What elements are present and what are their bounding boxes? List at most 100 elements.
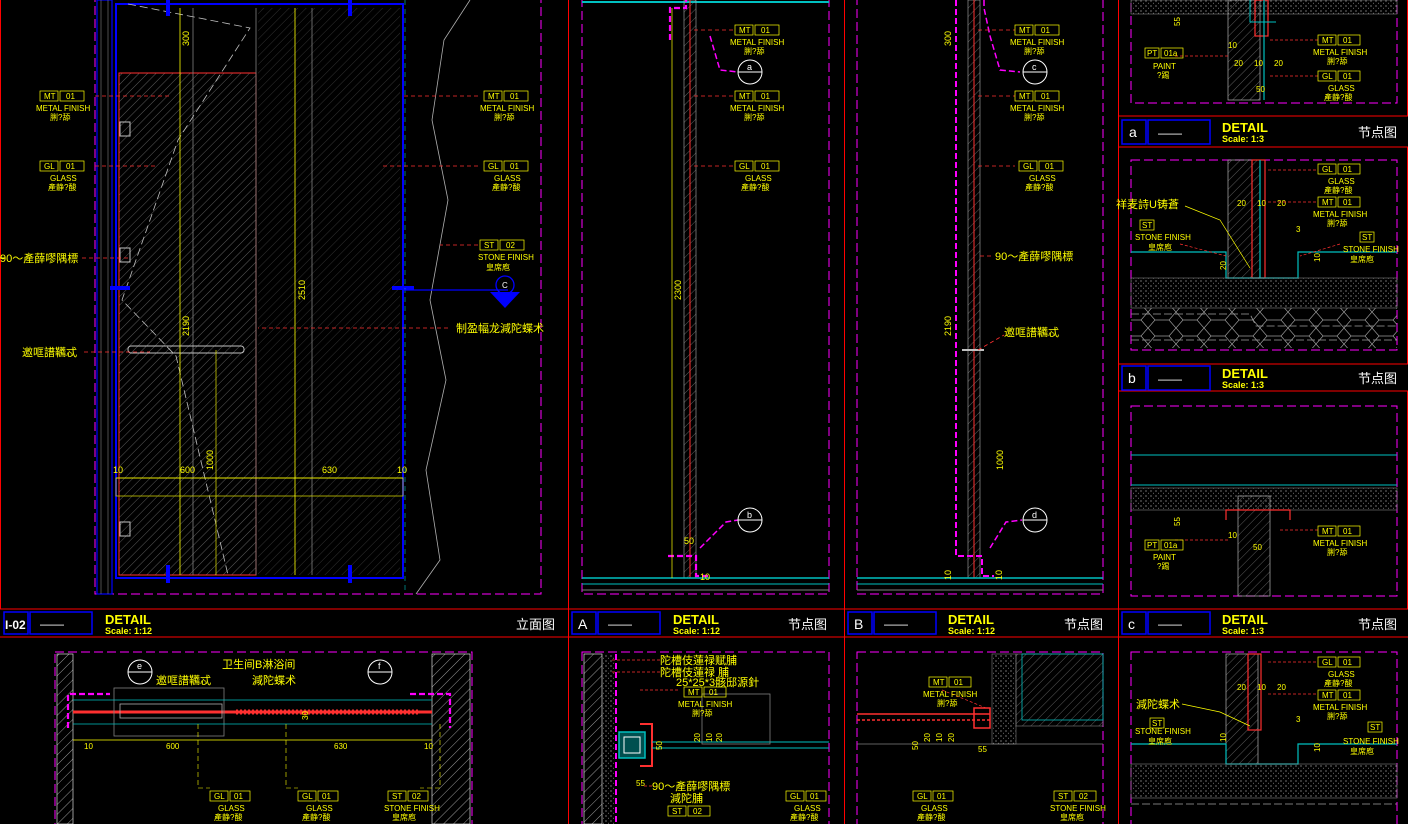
tag-mt-right: MT 01 METAL FINISH 脷?舔 xyxy=(480,90,534,122)
dim-1000-B: 1000 xyxy=(995,450,1005,470)
title-name: 立面图 xyxy=(516,617,555,632)
svg-text:GL: GL xyxy=(1322,165,1333,174)
svg-text:Scale: 1:3: Scale: 1:3 xyxy=(1222,626,1264,636)
note-tape: 祥麦詩U铸蒼 xyxy=(1116,197,1179,211)
tag-st-e: ST 02 xyxy=(667,805,711,817)
svg-text:產静?酸: 產静?酸 xyxy=(741,182,769,192)
svg-text:01: 01 xyxy=(937,792,946,801)
svg-text:01: 01 xyxy=(761,162,770,171)
svg-text:MT: MT xyxy=(933,678,945,687)
svg-text:脷?舔: 脷?舔 xyxy=(494,112,514,122)
section-marker-C: C xyxy=(502,281,508,290)
svg-text:METAL FINISH: METAL FINISH xyxy=(678,700,732,709)
svg-text:GL: GL xyxy=(1322,658,1333,667)
dim-20-e2: 20 xyxy=(715,733,724,742)
svg-text:產静?酸: 產静?酸 xyxy=(48,182,76,192)
svg-text:MT: MT xyxy=(1019,26,1031,35)
svg-text:GL: GL xyxy=(790,792,801,801)
svg-text:DETAIL: DETAIL xyxy=(1222,612,1268,627)
section-marker-c2: c xyxy=(1032,62,1037,72)
svg-text:GL: GL xyxy=(917,792,928,801)
svg-text:產静?酸: 產静?酸 xyxy=(1025,182,1053,192)
svg-text:01: 01 xyxy=(1041,92,1050,101)
svg-text:脷?舔: 脷?舔 xyxy=(1327,218,1347,228)
svg-text:GL: GL xyxy=(302,792,313,801)
title-block-B: B —— DETAIL Scale: 1:12 节点图 xyxy=(847,611,1103,636)
title-block-elevation: I-02 —— DETAIL Scale: 1:12 立面图 xyxy=(3,611,555,636)
tag-gl-d: GL 01 GLASS產静?酸 xyxy=(1317,656,1361,688)
svg-text:產静?酸: 產静?酸 xyxy=(917,812,945,822)
dim-10-b: 10 xyxy=(1257,199,1266,208)
svg-text:01: 01 xyxy=(709,688,718,697)
svg-text:节点图: 节点图 xyxy=(1064,617,1103,632)
svg-text:Scale: 1:12: Scale: 1:12 xyxy=(673,626,720,636)
svg-text:?踢: ?踢 xyxy=(1157,562,1169,571)
svg-text:GLASS: GLASS xyxy=(1328,84,1355,93)
tag-st-d-right: ST STONE FINISH皇席庖 xyxy=(1343,721,1399,756)
svg-text:產静?酸: 產静?酸 xyxy=(214,812,242,822)
dim-2300: 2300 xyxy=(673,280,683,300)
svg-text:01: 01 xyxy=(810,792,819,801)
svg-text:Scale: 1:12: Scale: 1:12 xyxy=(948,626,995,636)
note-room: 卫生间B淋浴间 xyxy=(222,657,295,671)
svg-text:ST: ST xyxy=(672,807,682,816)
svg-text:PT: PT xyxy=(1147,49,1157,58)
svg-text:c: c xyxy=(1128,616,1135,632)
tag-mt-b: MT 01 METAL FINISH脷?舔 xyxy=(1313,196,1367,228)
note-frame: 制盈幅龙減陀蝶术 xyxy=(456,321,544,335)
svg-text:MT: MT xyxy=(1322,36,1334,45)
dim-300-B: 300 xyxy=(943,31,953,46)
note-reduce-e: 減陀脯 xyxy=(670,791,703,805)
svg-text:01: 01 xyxy=(1343,691,1352,700)
dim-10-left: 10 xyxy=(113,465,123,475)
svg-text:节点图: 节点图 xyxy=(1358,371,1397,386)
dim-10-B1: 10 xyxy=(943,570,953,580)
tag-gl-plan2: GL 01 GLASS產静?酸 xyxy=(297,790,339,822)
tag-pt-a: PT 01a PAINT?踢 xyxy=(1144,47,1184,80)
dim-600-p: 600 xyxy=(166,742,180,751)
tag-st-f: ST 02 STONE FINISH皇席庖 xyxy=(1050,790,1106,822)
svg-text:GLASS: GLASS xyxy=(921,804,948,813)
note-reduce-d: 減陀蝶术 xyxy=(1136,697,1180,711)
tag-st-d-left: STSTONE FINISH皇席庖 xyxy=(1135,717,1191,746)
svg-text:01: 01 xyxy=(234,792,243,801)
svg-text:皇席庖: 皇席庖 xyxy=(1350,746,1374,756)
dim-20-b1: 20 xyxy=(1237,199,1246,208)
note-handle-plan: 邀哐譜韉忒 xyxy=(156,673,211,687)
svg-text:——: —— xyxy=(884,617,908,631)
tag-mt-B2: MT 01 METAL FINISH脷?舔 xyxy=(1010,90,1064,122)
title-block-a: a —— DETAIL Scale: 1:3 节点图 xyxy=(1121,119,1397,145)
svg-text:產静?酸: 產静?酸 xyxy=(790,812,818,822)
dim-300: 300 xyxy=(181,31,191,46)
svg-text:01: 01 xyxy=(761,92,770,101)
dim-20-d2: 20 xyxy=(1277,683,1286,692)
svg-text:02: 02 xyxy=(693,807,702,816)
note-handle-B: 邀哐譜韉忒 xyxy=(1004,325,1059,339)
svg-text:GL: GL xyxy=(44,162,55,171)
dim-20-f1: 20 xyxy=(923,733,932,742)
svg-text:DETAIL: DETAIL xyxy=(1222,366,1268,381)
svg-text:01: 01 xyxy=(66,92,75,101)
svg-text:METAL FINISH: METAL FINISH xyxy=(1313,539,1367,548)
dim-10-right: 10 xyxy=(397,465,407,475)
svg-text:皇席庖: 皇席庖 xyxy=(392,812,416,822)
svg-text:皇席庖: 皇席庖 xyxy=(1148,736,1172,746)
dim-10-p1: 10 xyxy=(84,742,93,751)
svg-text:脷?舔: 脷?舔 xyxy=(692,708,712,718)
dim-55-c: 55 xyxy=(1173,517,1182,526)
svg-text:皇席庖: 皇席庖 xyxy=(1350,254,1374,264)
dim-50-e: 50 xyxy=(655,741,664,750)
dim-55-a: 55 xyxy=(1173,17,1182,26)
svg-text:Scale: 1:3: Scale: 1:3 xyxy=(1222,380,1264,390)
title-scale: Scale: 1:12 xyxy=(105,626,152,636)
svg-text:METAL FINISH: METAL FINISH xyxy=(730,104,784,113)
dim-20-f2: 20 xyxy=(947,733,956,742)
tag-gl-e: GL 01 GLASS產静?酸 xyxy=(785,790,827,822)
dim-55-f: 55 xyxy=(978,745,987,754)
note-90-B: 90～產薛嘐隅標 xyxy=(995,249,1073,263)
svg-text:脷?舔: 脷?舔 xyxy=(744,112,764,122)
dim-2190-B: 2190 xyxy=(943,316,953,336)
section-marker-e: e xyxy=(137,661,142,671)
dim-10-A: 10 xyxy=(700,572,710,582)
detail-c-drawing: 55 10 50 PT 01a PAINT?踢 MT 01 METAL FINISH脷?… xyxy=(1130,454,1398,597)
